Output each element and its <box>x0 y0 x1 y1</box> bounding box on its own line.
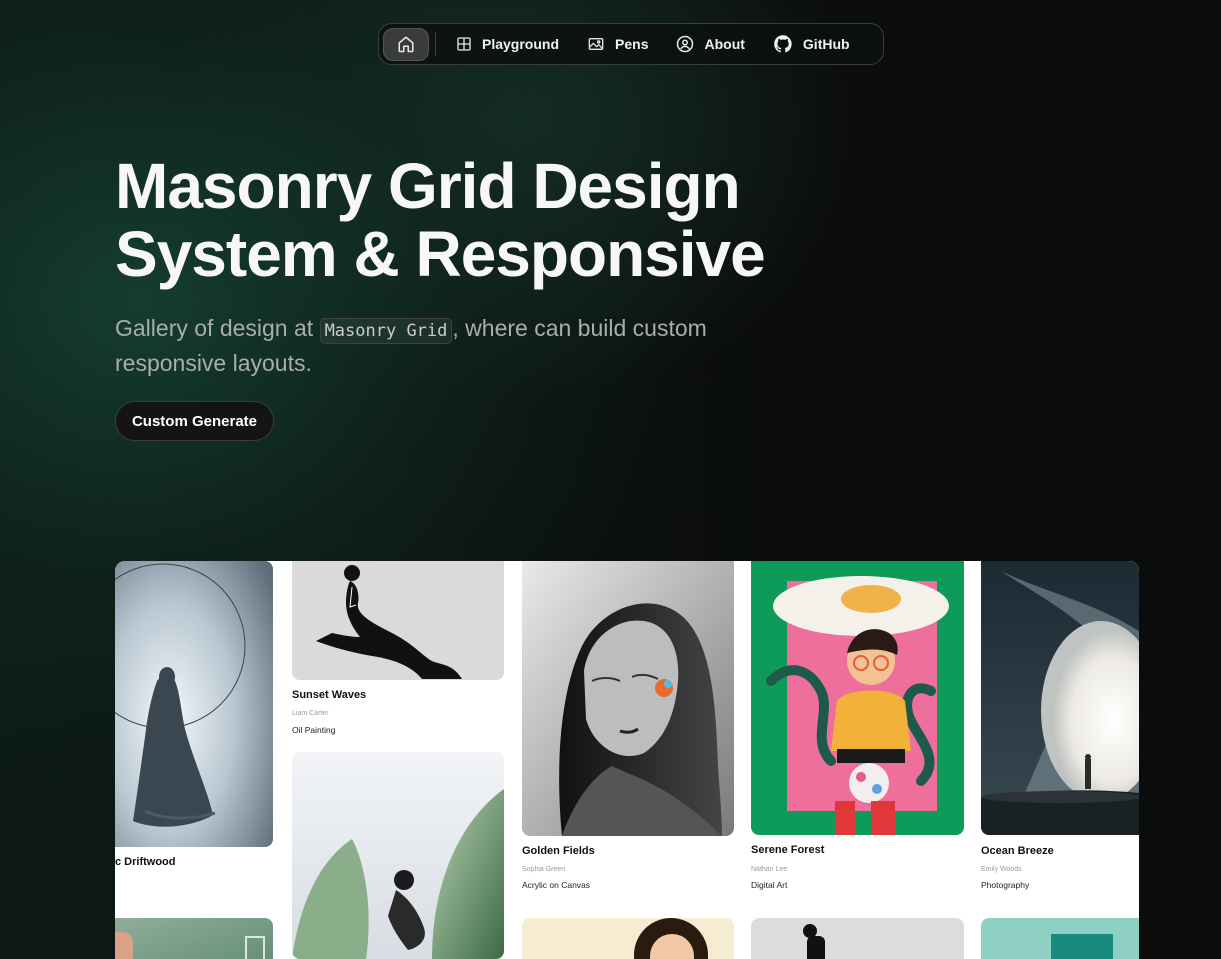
green-leaf-artwork <box>292 752 504 959</box>
gallery-card-green-room[interactable] <box>115 918 273 959</box>
driftwood-artwork <box>115 561 273 847</box>
gallery-card-driftwood[interactable]: c Driftwood <box>115 561 273 881</box>
image-icon <box>588 38 604 50</box>
gallery-card-golden-fields[interactable]: Golden Fields Sophia Green Acrylic on Ca… <box>522 561 734 896</box>
card-title: Sunset Waves <box>292 689 367 701</box>
card-title: c Driftwood <box>115 856 176 868</box>
nav-github-label: GitHub <box>802 36 850 52</box>
nav-github[interactable]: GitHub <box>759 28 864 61</box>
gallery-card-green-leaf[interactable] <box>292 752 504 959</box>
custom-generate-button[interactable]: Custom Generate <box>115 401 274 441</box>
card-author: Sophia Green <box>522 866 566 873</box>
masonry-gallery: c Driftwood Sunset Waves Liam Carter Oil… <box>115 561 1139 959</box>
user-circle-icon <box>677 35 694 53</box>
nav-about[interactable]: About <box>662 28 758 61</box>
nav-playground[interactable]: Playground <box>442 28 573 61</box>
page-title-line1: Masonry Grid Design <box>115 150 741 222</box>
hero-subtitle-before: Gallery of design at <box>115 315 320 341</box>
home-button[interactable] <box>383 27 429 61</box>
nav-pens[interactable]: Pens <box>573 28 662 61</box>
gallery-card-ocean-breeze[interactable]: Ocean Breeze Emily Woods Photography <box>981 561 1139 896</box>
card-author: Emily Woods <box>981 866 1022 873</box>
gallery-card-teal[interactable] <box>981 918 1139 959</box>
card-author: Nathan Lee <box>751 866 788 873</box>
figure-artwork <box>751 918 964 959</box>
nav-divider <box>435 32 436 56</box>
card-medium: Photography <box>981 880 1030 890</box>
card-medium: Acrylic on Canvas <box>522 880 591 890</box>
hero-subtitle: Gallery of design at Masonry Grid, where… <box>115 312 735 379</box>
card-title: Serene Forest <box>751 844 825 856</box>
teal-artwork <box>981 918 1139 959</box>
page-title: Masonry Grid Design System & Responsive <box>115 150 766 290</box>
card-title: Golden Fields <box>522 845 595 857</box>
home-icon <box>398 36 414 53</box>
serene-forest-artwork <box>751 561 964 835</box>
top-nav: Playground Pens About GitHub <box>378 23 884 65</box>
gallery-card-serene-forest[interactable]: Serene Forest Nathan Lee Digital Art <box>751 561 964 896</box>
card-author: Liam Carter <box>292 710 329 717</box>
gallery-card-portrait[interactable] <box>522 918 734 959</box>
grid-icon <box>457 37 471 51</box>
nav-pens-label: Pens <box>615 36 649 52</box>
card-medium: Oil Painting <box>292 725 336 735</box>
golden-fields-artwork <box>522 561 734 836</box>
card-title: Ocean Breeze <box>981 845 1054 857</box>
gallery-card-sunset-waves[interactable]: Sunset Waves Liam Carter Oil Painting <box>292 561 504 741</box>
code-chip: Masonry Grid <box>319 318 453 344</box>
github-icon <box>774 35 792 53</box>
portrait-artwork <box>522 918 734 959</box>
ocean-breeze-artwork <box>981 561 1139 835</box>
nav-about-label: About <box>704 36 745 52</box>
nav-playground-label: Playground <box>482 36 560 52</box>
gallery-card-figure[interactable] <box>751 918 964 959</box>
page-title-line2: System & Responsive <box>115 218 766 290</box>
sunset-waves-artwork <box>292 561 504 680</box>
card-medium: Digital Art <box>751 880 788 890</box>
green-room-artwork <box>115 918 273 959</box>
